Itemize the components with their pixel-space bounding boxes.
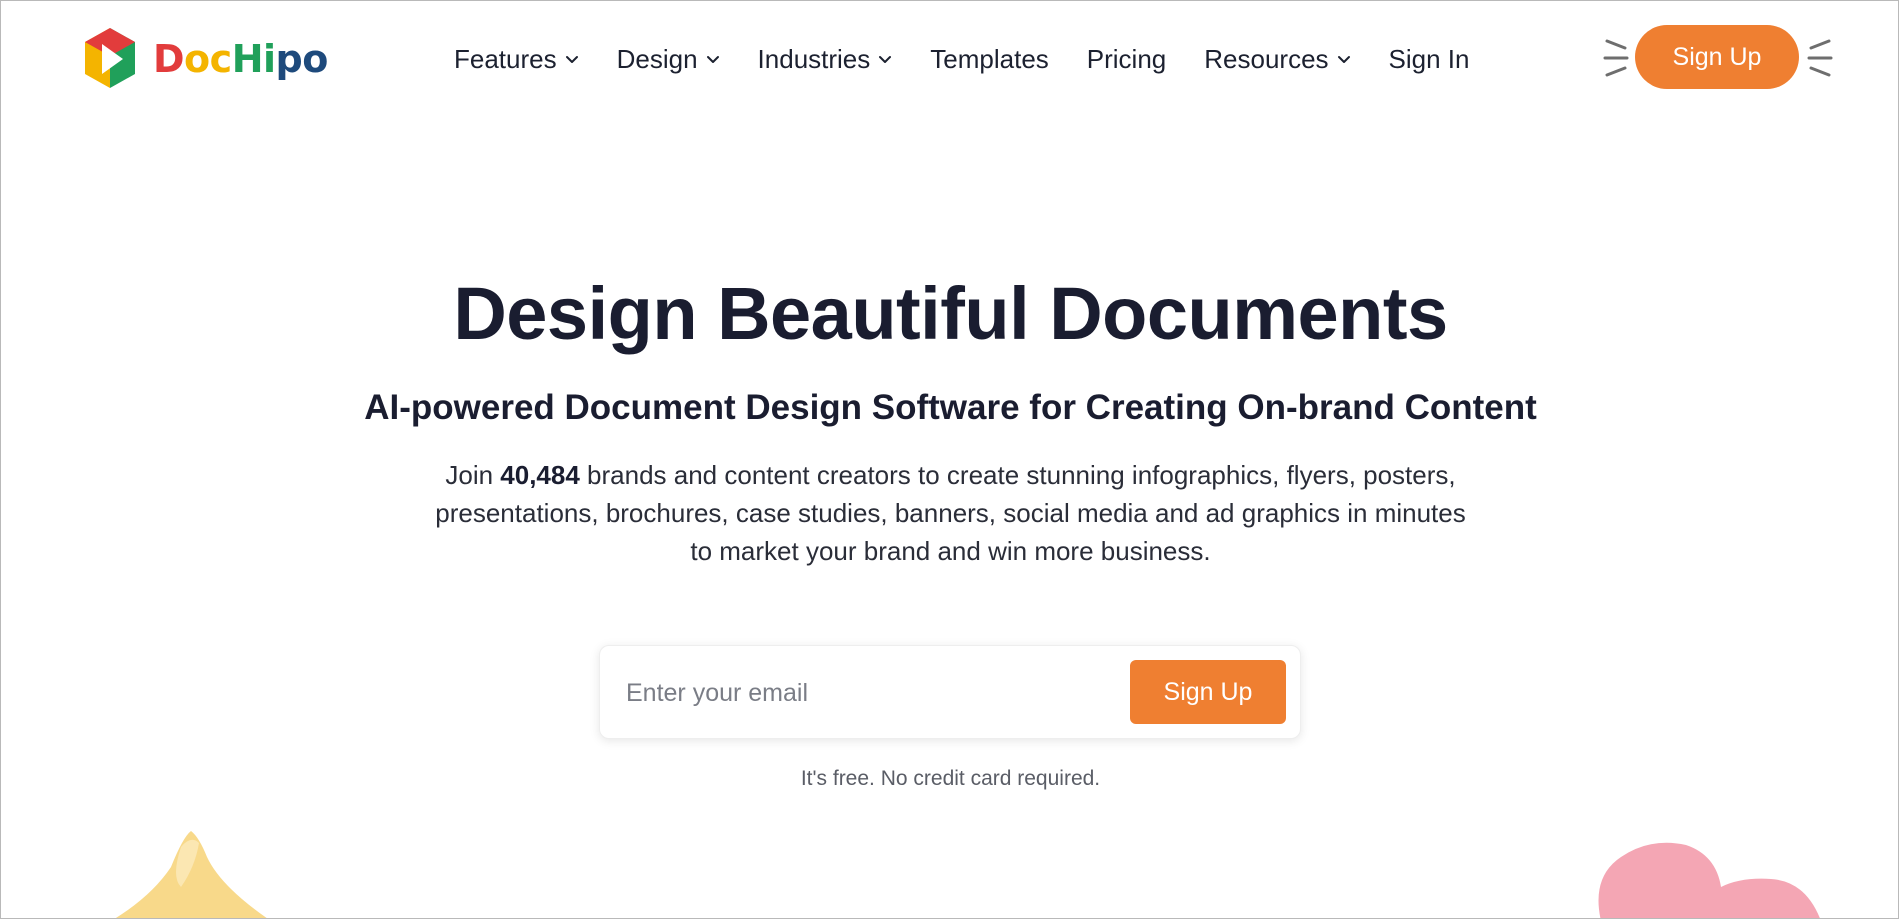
chevron-down-icon	[1337, 52, 1351, 66]
hero-description: Join 40,484 brands and content creators …	[421, 456, 1480, 570]
nav-item-label: Design	[616, 43, 698, 74]
brand-wordmark: DocHipo	[153, 37, 328, 81]
chevron-down-icon	[565, 52, 579, 66]
header-signup-button[interactable]: Sign Up	[1635, 25, 1799, 89]
chevron-down-icon	[878, 52, 892, 66]
nav-item-label: Templates	[930, 43, 1049, 74]
nav-item-label: Industries	[757, 43, 871, 74]
nav-item-label: Sign In	[1388, 43, 1470, 74]
nav-item-label: Features	[454, 43, 557, 74]
brand-count: 40,484	[500, 460, 580, 490]
email-signup-form: Sign Up	[599, 645, 1301, 739]
nav-item-resources[interactable]: Resources	[1204, 44, 1350, 75]
dochipo-play-logo-icon	[85, 28, 135, 88]
chevron-down-icon	[706, 52, 720, 66]
brand-logo[interactable]: DocHipo	[79, 25, 328, 93]
nav-item-label: Pricing	[1086, 43, 1167, 74]
header-signup-group: Sign Up	[1603, 23, 1833, 93]
browser-viewport: DocHipo Features Design Industries Templ…	[0, 0, 1899, 919]
nav-item-sign-in[interactable]: Sign In	[1389, 44, 1470, 75]
hero-subtitle: AI-powered Document Design Software for …	[364, 388, 1537, 427]
nav-item-label: Resources	[1204, 43, 1329, 74]
form-signup-button[interactable]: Sign Up	[1130, 660, 1286, 724]
nav-item-templates[interactable]: Templates	[930, 44, 1049, 75]
nav-item-industries[interactable]: Industries	[758, 44, 893, 75]
free-note: It's free. No credit card required.	[800, 767, 1101, 790]
email-input[interactable]	[624, 664, 1108, 722]
yellow-mountain-decoration-icon	[115, 831, 267, 918]
hero-title: Design Beautiful Documents	[453, 272, 1448, 355]
nav-item-design[interactable]: Design	[617, 44, 720, 75]
nav-item-pricing[interactable]: Pricing	[1087, 44, 1166, 75]
nav-item-features[interactable]: Features	[454, 44, 579, 75]
main-nav: Features Design Industries Templates Pri…	[454, 35, 1508, 83]
hero-desc-suffix: brands and content creators to create st…	[435, 460, 1466, 566]
hero-desc-prefix: Join	[445, 460, 501, 490]
pink-blob-decoration-icon	[1598, 842, 1820, 918]
